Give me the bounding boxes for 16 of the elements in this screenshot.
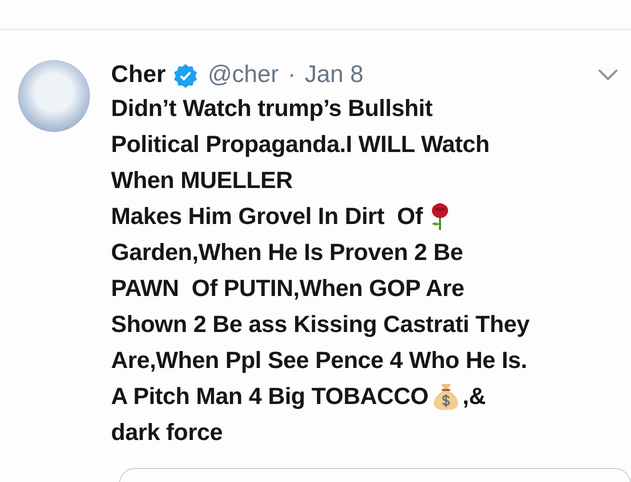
- display-name[interactable]: Cher: [111, 61, 166, 89]
- tweet-text-line: Makes Him Grovel In Dirt Of: [111, 202, 423, 230]
- tweet-text-line: PAWN Of PUTIN,When GOP Are: [111, 274, 464, 302]
- tweet-date[interactable]: Jan 8: [304, 61, 364, 89]
- tweet-text-line: When MUELLER: [111, 166, 293, 194]
- tweet-text-line: dark force: [111, 418, 223, 446]
- tweet-text-line: Didn’t Watch trump’s Bullshit: [111, 94, 432, 122]
- tweet-text-line: Garden,When He Is Proven 2 Be: [111, 238, 464, 266]
- tweet-text-line: A Pitch Man 4 Big TOBACCO: [111, 382, 428, 410]
- tweet-text-line: ,&: [462, 382, 486, 410]
- tweet-text-line: Are,When Ppl See Pence 4 Who He Is.: [111, 346, 528, 374]
- chevron-down-icon[interactable]: [597, 68, 619, 82]
- separator-dot: ·: [288, 61, 296, 89]
- tweet-text-line: Shown 2 Be ass Kissing Castrati They: [111, 310, 530, 338]
- user-handle[interactable]: @cher: [208, 61, 279, 89]
- tweet-text-line: Political Propaganda.I WILL Watch: [111, 130, 490, 158]
